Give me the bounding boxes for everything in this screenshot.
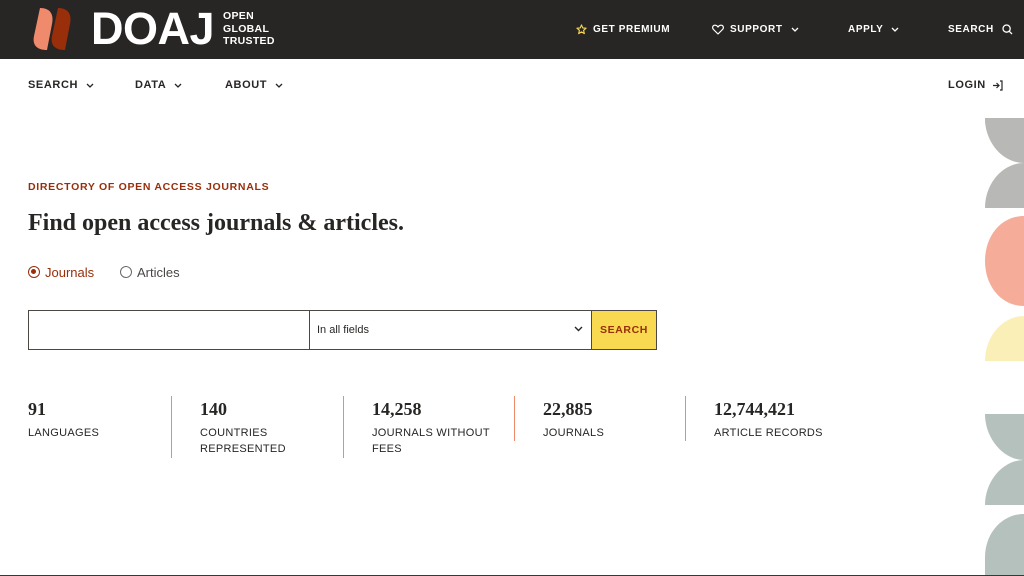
stat-journals-without-fees: 14,258 JOURNALS WITHOUT FEES	[372, 396, 497, 457]
stat-value: 140	[200, 399, 227, 419]
stat-label: LANGUAGES	[28, 427, 100, 439]
stat-divider	[514, 396, 515, 441]
search-field-select[interactable]: In all fields	[309, 310, 592, 350]
radio-articles[interactable]: Articles	[120, 264, 180, 280]
stat-value: 22,885	[543, 399, 593, 419]
stat-label: ARTICLE RECORDS	[714, 427, 823, 439]
chevron-down-icon	[174, 83, 182, 88]
stat-label: COUNTRIES REPRESENTED	[200, 427, 286, 455]
doaj-logo-mark-icon	[30, 6, 86, 52]
apply-menu[interactable]: APPLY	[848, 0, 899, 59]
stat-journals: 22,885 JOURNALS	[543, 396, 673, 441]
stat-languages: 91 LANGUAGES	[28, 396, 158, 441]
chevron-down-icon	[86, 83, 94, 88]
stat-label: JOURNALS WITHOUT FEES	[372, 427, 490, 455]
subnav-data-menu[interactable]: DATA	[135, 78, 182, 92]
support-menu[interactable]: SUPPORT	[712, 0, 799, 59]
search-button[interactable]: SEARCH	[591, 310, 657, 350]
decorative-shapes	[985, 118, 1024, 576]
chevron-down-icon	[891, 27, 899, 32]
stat-divider	[343, 396, 344, 458]
stat-value: 14,258	[372, 399, 422, 419]
login-arrow-icon	[992, 79, 1003, 91]
heart-icon	[712, 24, 724, 35]
stat-value: 91	[28, 399, 46, 419]
get-premium-link[interactable]: GET PREMIUM	[576, 0, 670, 59]
radio-button[interactable]	[120, 266, 132, 278]
login-link[interactable]: LOGIN	[948, 78, 1003, 92]
stat-value: 12,744,421	[714, 399, 795, 419]
stat-label: JOURNALS	[543, 427, 605, 439]
doaj-wordmark: DOAJ	[91, 3, 215, 54]
doaj-logo[interactable]: DOAJ OPEN GLOBAL TRUSTED	[30, 6, 275, 52]
subnav-search-menu[interactable]: SEARCH	[28, 78, 94, 92]
search-query-input[interactable]	[28, 310, 310, 350]
chevron-down-icon	[791, 27, 799, 32]
stat-article-records: 12,744,421 ARTICLE RECORDS	[714, 396, 844, 441]
search-icon	[1002, 24, 1013, 35]
logo-tagline: OPEN GLOBAL TRUSTED	[223, 10, 275, 48]
chevron-down-icon	[574, 326, 583, 332]
eyebrow-label: DIRECTORY OF OPEN ACCESS JOURNALS	[28, 181, 270, 193]
top-search-link[interactable]: SEARCH	[948, 0, 1013, 59]
radio-journals[interactable]: Journals	[28, 264, 94, 280]
page-title: Find open access journals & articles.	[28, 210, 404, 236]
stat-divider	[171, 396, 172, 458]
stat-countries: 140 COUNTRIES REPRESENTED	[200, 396, 300, 457]
top-bar: DOAJ OPEN GLOBAL TRUSTED GET PREMIUM SUP…	[0, 0, 1024, 59]
star-icon	[576, 24, 587, 35]
subnav-about-menu[interactable]: ABOUT	[225, 78, 283, 92]
chevron-down-icon	[275, 83, 283, 88]
radio-button-checked[interactable]	[28, 266, 40, 278]
stat-divider	[685, 396, 686, 441]
